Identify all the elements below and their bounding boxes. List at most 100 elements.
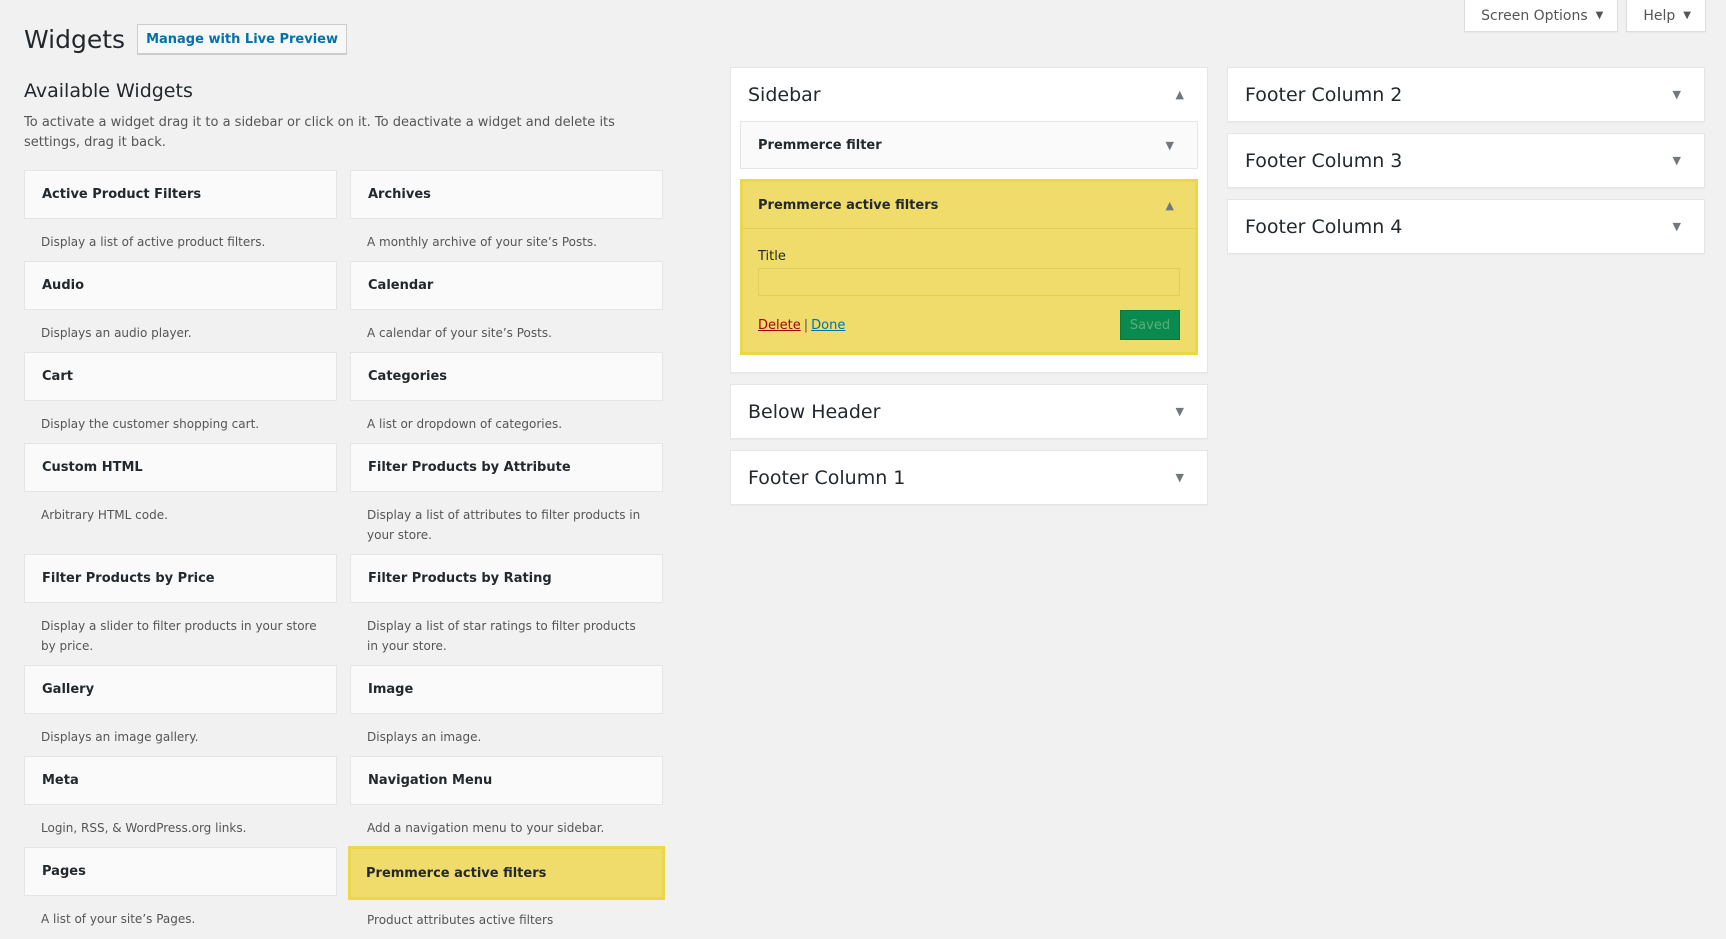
- area-title: Footer Column 3: [1245, 149, 1403, 172]
- done-link[interactable]: Done: [811, 318, 845, 333]
- widget-description: Product attributes active filters: [367, 913, 554, 927]
- expand-arrow-icon[interactable]: ▼: [1176, 405, 1190, 418]
- screen-options-tab[interactable]: Screen Options ▼: [1464, 0, 1619, 32]
- widget-title[interactable]: Filter Products by Rating: [350, 554, 663, 603]
- widget-filter-by-rating[interactable]: Filter Products by Rating Display a list…: [350, 554, 663, 656]
- area-title: Footer Column 1: [748, 466, 906, 489]
- area-header[interactable]: Footer Column 3 ▼: [1228, 134, 1704, 187]
- widget-description: Arbitrary HTML code.: [41, 508, 168, 522]
- area-header[interactable]: Below Header ▼: [731, 385, 1207, 438]
- expand-arrow-icon[interactable]: ▼: [1673, 220, 1687, 233]
- widget-pages[interactable]: Pages A list of your site’s Pages.: [24, 847, 337, 929]
- widget-active-product-filters[interactable]: Active Product Filters Display a list of…: [24, 170, 337, 252]
- sidebar-widget-premmerce-active-filters[interactable]: Premmerce active filters ▲ Title Delete |…: [740, 179, 1198, 355]
- saved-button[interactable]: Saved: [1120, 310, 1180, 340]
- widget-description: A list or dropdown of categories.: [367, 417, 563, 431]
- widget-description: Login, RSS, & WordPress.org links.: [41, 821, 247, 835]
- widget-title[interactable]: Active Product Filters: [24, 170, 337, 219]
- expand-arrow-icon[interactable]: ▼: [1176, 471, 1190, 484]
- widget-area-footer-column-3: Footer Column 3 ▼: [1227, 133, 1705, 188]
- widget-control-links: Delete | Done: [758, 318, 845, 333]
- widget-description: Displays an audio player.: [41, 326, 192, 340]
- title-input[interactable]: [758, 268, 1180, 296]
- widget-title: Premmerce filter: [758, 137, 882, 153]
- help-tab[interactable]: Help ▼: [1626, 0, 1706, 32]
- widget-area-below-header: Below Header ▼: [730, 384, 1208, 439]
- widget-settings: Title Delete | Done Saved: [743, 229, 1195, 352]
- widget-cart[interactable]: Cart Display the customer shopping cart.: [24, 352, 337, 434]
- widget-calendar[interactable]: Calendar A calendar of your site’s Posts…: [350, 261, 663, 343]
- widget-title[interactable]: Navigation Menu: [350, 756, 663, 805]
- help-label: Help: [1643, 7, 1676, 24]
- widget-title[interactable]: Image: [350, 665, 663, 714]
- caret-down-icon: ▼: [1595, 10, 1604, 21]
- widget-title: Premmerce active filters: [758, 197, 939, 213]
- area-header[interactable]: Footer Column 1 ▼: [731, 451, 1207, 504]
- widget-image[interactable]: Image Displays an image.: [350, 665, 663, 747]
- page-title: Widgets: [24, 24, 126, 54]
- widget-description: A list of your site’s Pages.: [41, 912, 196, 926]
- widget-title[interactable]: Calendar: [350, 261, 663, 310]
- area-title: Below Header: [748, 400, 881, 423]
- widget-filter-by-attribute[interactable]: Filter Products by Attribute Display a l…: [350, 443, 663, 545]
- area-title: Sidebar: [748, 83, 821, 106]
- widget-audio[interactable]: Audio Displays an audio player.: [24, 261, 337, 343]
- area-title: Footer Column 2: [1245, 83, 1403, 106]
- widget-header[interactable]: Premmerce filter ▼: [741, 122, 1197, 168]
- widget-title[interactable]: Categories: [350, 352, 663, 401]
- widget-title[interactable]: Archives: [350, 170, 663, 219]
- widget-gallery[interactable]: Gallery Displays an image gallery.: [24, 665, 337, 747]
- widget-premmerce-active-filters[interactable]: Premmerce active filters Product attribu…: [348, 846, 665, 930]
- widget-description: Displays an image gallery.: [41, 730, 199, 744]
- widget-title[interactable]: Filter Products by Attribute: [350, 443, 663, 492]
- widget-description: A monthly archive of your site’s Posts.: [367, 235, 597, 249]
- widget-categories[interactable]: Categories A list or dropdown of categor…: [350, 352, 663, 434]
- widget-meta[interactable]: Meta Login, RSS, & WordPress.org links.: [24, 756, 337, 838]
- area-header[interactable]: Sidebar ▲: [731, 68, 1207, 121]
- widget-title[interactable]: Premmerce active filters: [348, 846, 665, 900]
- widget-custom-html[interactable]: Custom HTML Arbitrary HTML code.: [24, 443, 337, 525]
- collapse-arrow-icon[interactable]: ▲: [1176, 88, 1190, 101]
- widget-area-footer-column-2: Footer Column 2 ▼: [1227, 67, 1705, 122]
- live-preview-button[interactable]: Manage with Live Preview: [137, 24, 347, 54]
- widget-title[interactable]: Pages: [24, 847, 337, 896]
- widget-title[interactable]: Gallery: [24, 665, 337, 714]
- widget-description: Display a list of star ratings to filter…: [367, 619, 636, 653]
- widget-title[interactable]: Cart: [24, 352, 337, 401]
- link-separator: |: [803, 317, 809, 333]
- delete-link[interactable]: Delete: [758, 318, 801, 333]
- widget-title[interactable]: Meta: [24, 756, 337, 805]
- widget-area-footer-column-1: Footer Column 1 ▼: [730, 450, 1208, 505]
- expand-arrow-icon[interactable]: ▼: [1673, 88, 1687, 101]
- title-field-label: Title: [758, 249, 786, 264]
- page-header: Widgets Manage with Live Preview: [24, 24, 347, 54]
- collapse-arrow-icon[interactable]: ▲: [1166, 199, 1180, 212]
- sidebar-widget-premmerce-filter[interactable]: Premmerce filter ▼: [740, 121, 1198, 169]
- widget-description: Displays an image.: [367, 730, 482, 744]
- available-widgets-description: To activate a widget drag it to a sideba…: [24, 115, 615, 150]
- widget-description: Add a navigation menu to your sidebar.: [367, 821, 605, 835]
- screen-meta-links: Screen Options ▼ Help ▼: [1464, 0, 1706, 32]
- area-header[interactable]: Footer Column 2 ▼: [1228, 68, 1704, 121]
- available-widgets-title: Available Widgets: [24, 80, 193, 102]
- widget-title[interactable]: Filter Products by Price: [24, 554, 337, 603]
- widget-description: Display a slider to filter products in y…: [41, 619, 317, 653]
- expand-arrow-icon[interactable]: ▼: [1166, 139, 1180, 152]
- area-header[interactable]: Footer Column 4 ▼: [1228, 200, 1704, 253]
- widget-area-footer-column-4: Footer Column 4 ▼: [1227, 199, 1705, 254]
- widget-title[interactable]: Audio: [24, 261, 337, 310]
- widget-description: Display a list of attributes to filter p…: [367, 508, 641, 542]
- widget-description: A calendar of your site’s Posts.: [367, 326, 552, 340]
- caret-down-icon: ▼: [1683, 10, 1691, 21]
- widget-navigation-menu[interactable]: Navigation Menu Add a navigation menu to…: [350, 756, 663, 838]
- widget-description: Display a list of active product filters…: [41, 235, 266, 249]
- expand-arrow-icon[interactable]: ▼: [1673, 154, 1687, 167]
- area-title: Footer Column 4: [1245, 215, 1403, 238]
- widget-title[interactable]: Custom HTML: [24, 443, 337, 492]
- screen-options-label: Screen Options: [1481, 7, 1588, 24]
- widget-header[interactable]: Premmerce active filters ▲: [743, 182, 1195, 229]
- widget-archives[interactable]: Archives A monthly archive of your site’…: [350, 170, 663, 252]
- available-widgets: Available Widgets To activate a widget d…: [24, 80, 665, 927]
- widget-filter-by-price[interactable]: Filter Products by Price Display a slide…: [24, 554, 337, 656]
- widget-description: Display the customer shopping cart.: [41, 417, 260, 431]
